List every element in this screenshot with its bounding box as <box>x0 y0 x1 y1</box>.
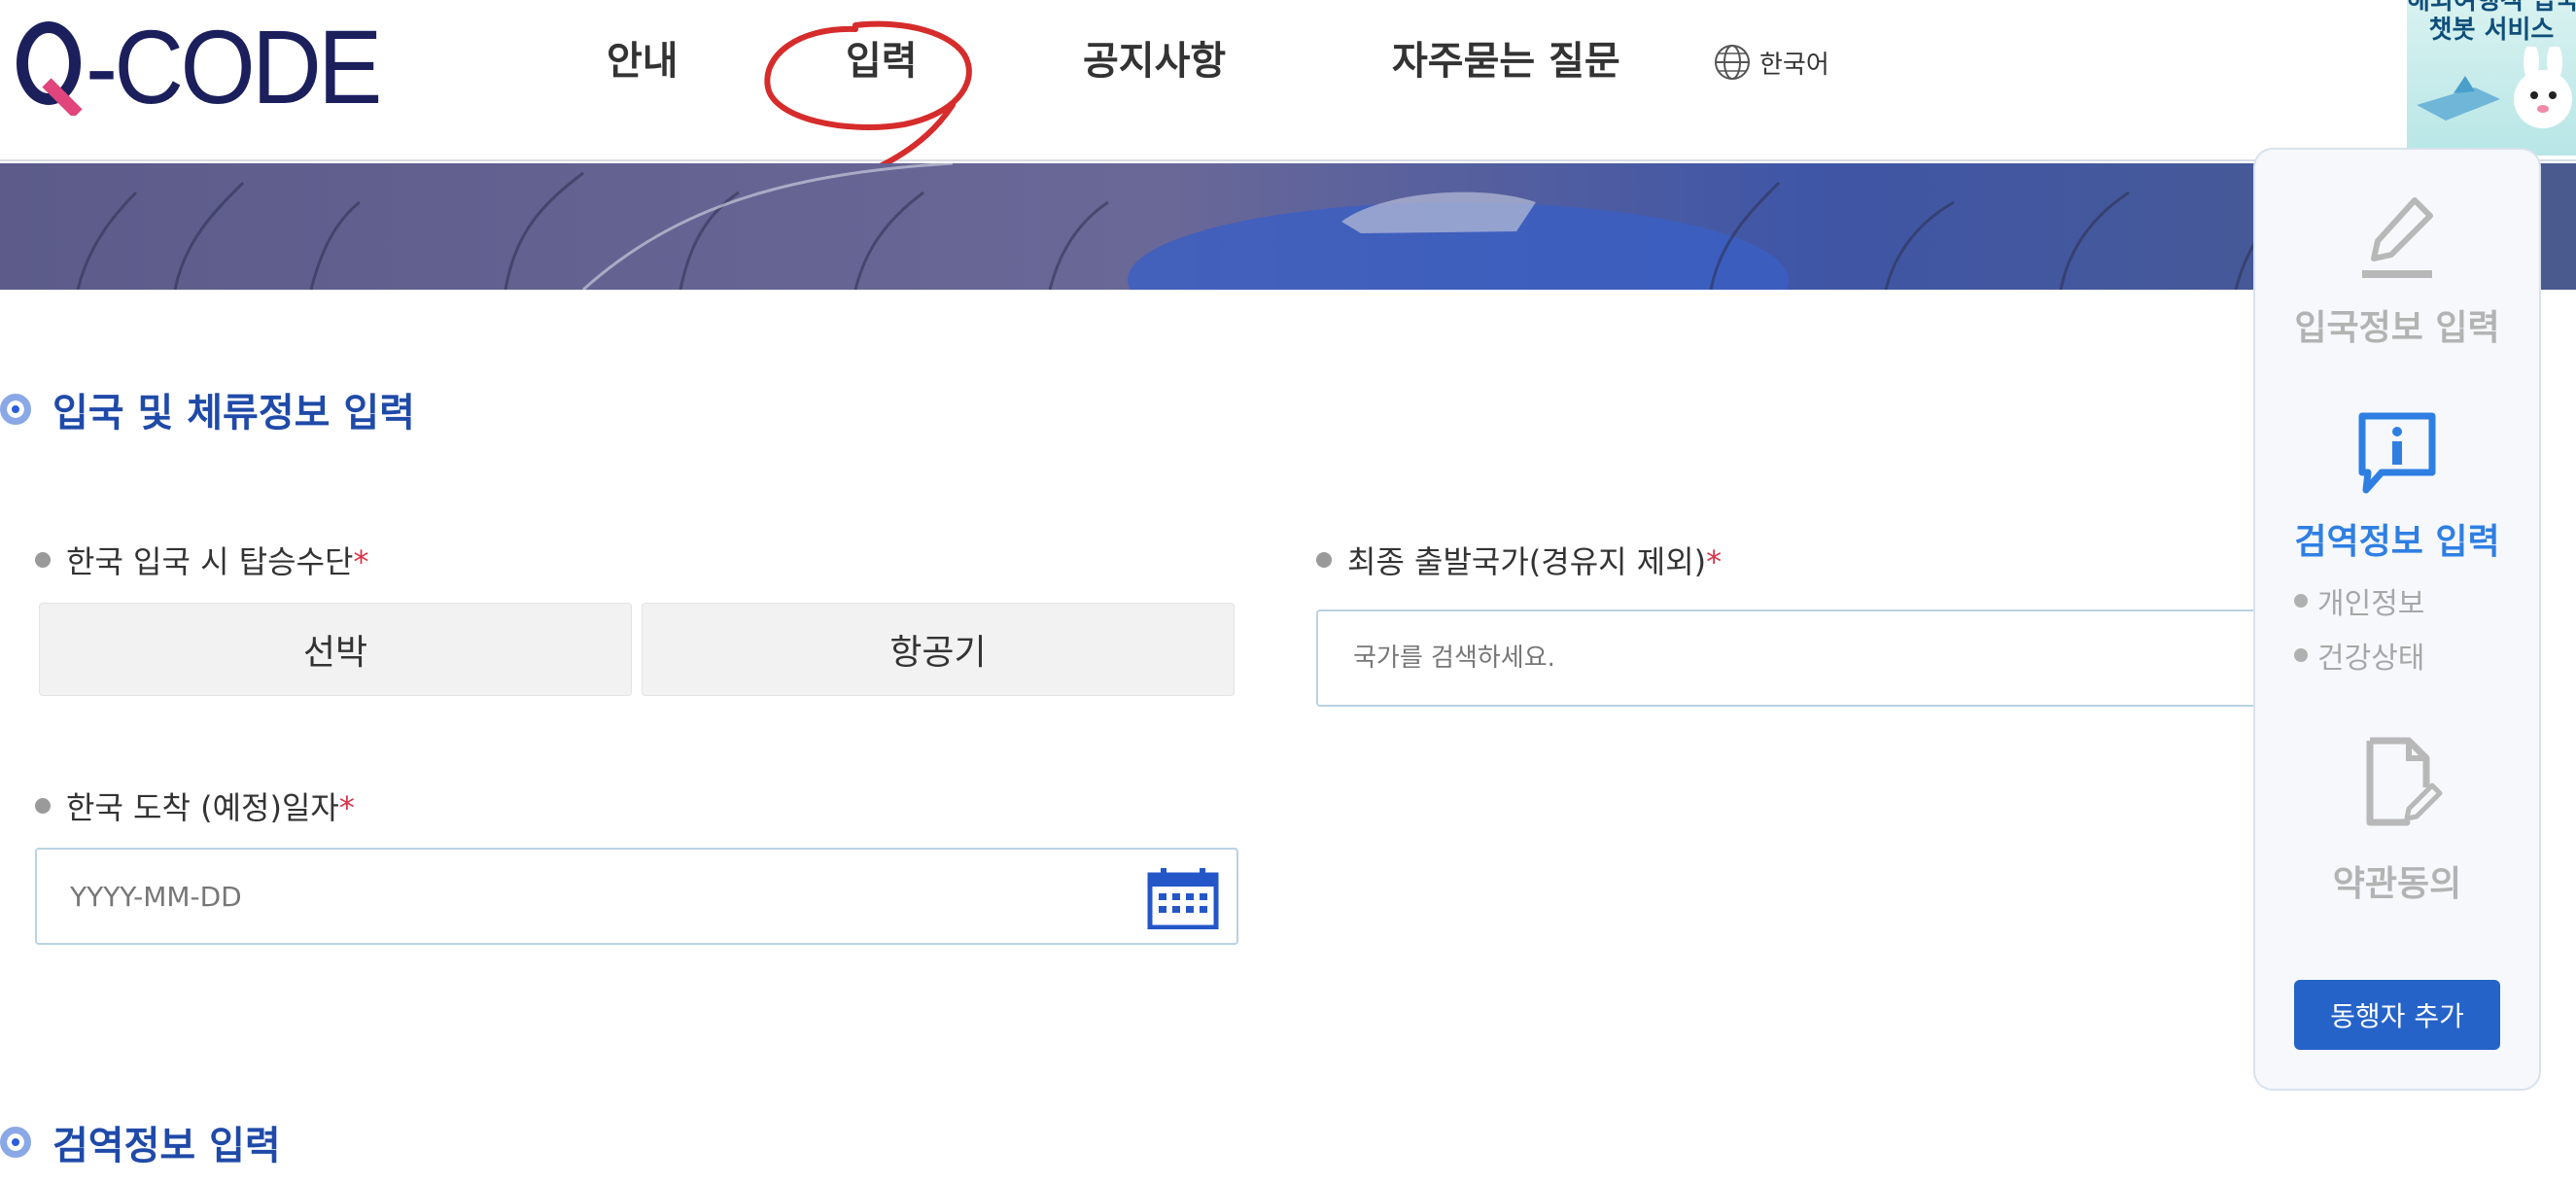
step-entry-info[interactable]: 입국정보 입력 <box>2255 191 2539 350</box>
chatbot-banner[interactable]: 해외여행객 입국 챗봇 서비스 <box>2407 0 2576 156</box>
logo-q-mark <box>17 21 83 116</box>
required-mark: * <box>353 543 369 580</box>
sub-step-bullet-icon <box>2294 648 2308 662</box>
arrival-date-label-text: 한국 도착 (예정)일자 <box>66 789 339 826</box>
step-quarantine-info[interactable]: 검역정보 입력 <box>2255 404 2539 564</box>
transport-label-text: 한국 입국 시 탑승수단 <box>66 543 354 580</box>
sub-step-health-status[interactable]: 건강상태 <box>2294 634 2424 677</box>
calendar-icon[interactable] <box>1147 867 1219 929</box>
pencil-icon <box>2362 197 2433 278</box>
chatbot-title-line1: 해외여행객 입국 <box>2407 0 2576 16</box>
sub-step-bullet-icon <box>2294 594 2308 608</box>
required-mark: * <box>1706 543 1723 580</box>
chatbot-title-line2: 챗봇 서비스 <box>2428 16 2555 45</box>
sub-step-label: 건강상태 <box>2317 642 2425 676</box>
sub-step-personal-info[interactable]: 개인정보 <box>2294 579 2424 622</box>
section-bullet-icon <box>0 1127 31 1158</box>
transport-option-ship[interactable]: 선박 <box>39 603 632 696</box>
document-edit-icon <box>2366 737 2443 826</box>
arrival-date-label: 한국 도착 (예정)일자* <box>35 784 355 828</box>
transport-label: 한국 입국 시 탑승수단* <box>35 538 368 582</box>
label-bullet-icon <box>35 798 51 814</box>
section-entry-stay-info: 입국 및 체류정보 입력 <box>0 381 415 437</box>
label-bullet-icon <box>1316 552 1332 568</box>
language-label: 한국어 <box>1759 50 1829 80</box>
section-bullet-icon <box>0 394 31 425</box>
globe-icon <box>1715 45 1750 80</box>
step-label: 약관동의 <box>2332 864 2462 904</box>
logo-text: -CODE <box>86 8 382 125</box>
step-label: 검역정보 입력 <box>2294 522 2500 562</box>
nav-notice[interactable]: 공지사항 <box>1083 29 1226 86</box>
section-quarantine-info: 검역정보 입력 <box>0 1114 281 1170</box>
step-label: 입국정보 입력 <box>2294 308 2500 348</box>
info-speech-icon <box>2358 412 2436 494</box>
label-bullet-icon <box>35 552 51 568</box>
section-title: 입국 및 체류정보 입력 <box>52 391 415 435</box>
banner-background-image <box>0 163 2576 290</box>
arrival-date-field[interactable] <box>35 848 1238 945</box>
progress-side-panel: 입국정보 입력 검역정보 입력 개인정보 건강상태 약관동의 동행자 추가 <box>2253 148 2541 1091</box>
step-terms-agreement[interactable]: 약관동의 <box>2255 733 2539 906</box>
sub-step-label: 개인정보 <box>2317 587 2425 621</box>
hero-banner <box>0 163 2576 290</box>
transport-option-airplane[interactable]: 항공기 <box>642 603 1235 696</box>
arrival-date-input[interactable] <box>70 880 1120 913</box>
departure-country-label-text: 최종 출발국가(경유지 제외) <box>1347 543 1707 580</box>
qcode-logo[interactable]: -CODE <box>14 14 404 121</box>
required-mark: * <box>338 789 355 826</box>
add-companion-button[interactable]: 동행자 추가 <box>2294 980 2500 1050</box>
site-header: -CODE 안내 입력 공지사항 자주묻는 질문 한국어 <box>0 0 2576 182</box>
departure-country-input[interactable] <box>1353 644 2228 673</box>
rabbit-mascot-icon <box>2417 47 2572 128</box>
nav-faq[interactable]: 자주묻는 질문 <box>1392 29 1620 86</box>
language-selector[interactable]: 한국어 <box>1713 43 1829 82</box>
departure-country-field[interactable] <box>1316 609 2279 707</box>
section-title: 검역정보 입력 <box>52 1124 281 1168</box>
departure-country-label: 최종 출발국가(경유지 제외)* <box>1316 538 1722 582</box>
nav-input[interactable]: 입력 <box>846 29 918 86</box>
nav-guide[interactable]: 안내 <box>607 29 679 86</box>
